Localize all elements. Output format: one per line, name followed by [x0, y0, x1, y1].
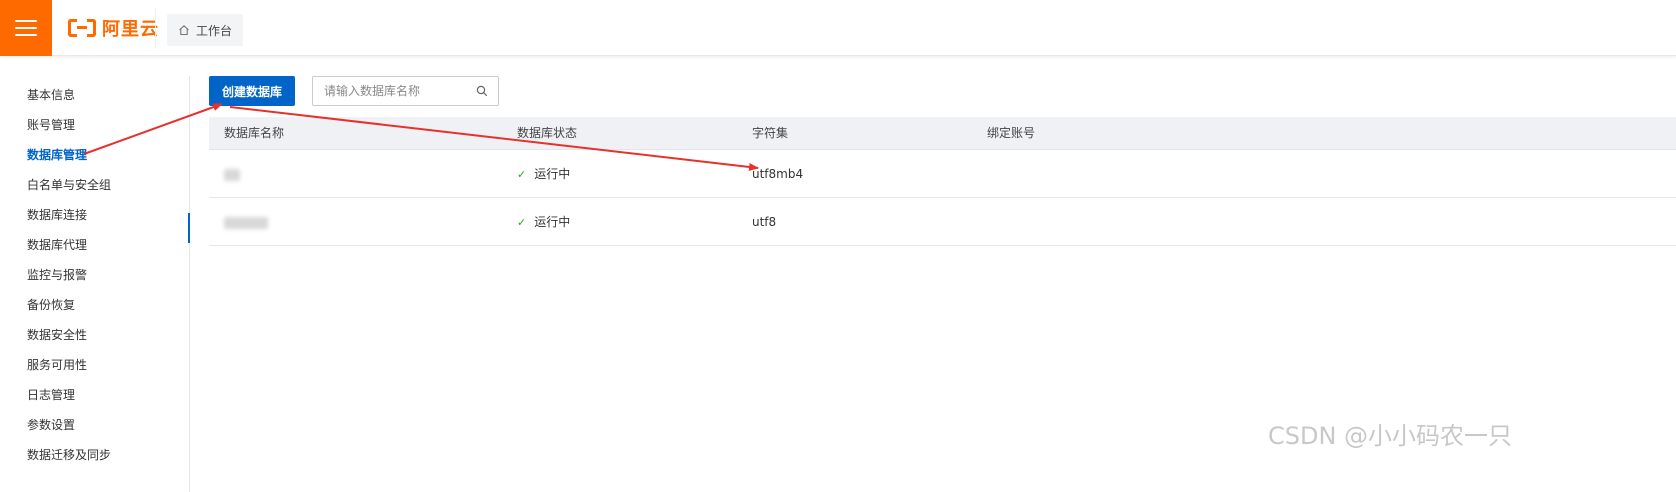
sidebar-item-data-migration-sync[interactable]: 数据迁移及同步: [27, 445, 111, 465]
sidebar-item-log-management[interactable]: 日志管理: [27, 385, 75, 405]
sidebar-item-parameter-settings[interactable]: 参数设置: [27, 415, 75, 435]
charset-cell: utf8mb4: [752, 167, 804, 181]
top-bar: 阿里云 工作台: [0, 0, 1676, 56]
sidebar-item-service-availability[interactable]: 服务可用性: [27, 355, 87, 375]
aliyun-logo-icon: [68, 19, 96, 37]
search-icon[interactable]: [476, 85, 488, 97]
create-database-button[interactable]: 创建数据库: [209, 76, 295, 106]
database-status-cell: ✓ 运行中: [517, 150, 570, 198]
logo-text: 阿里云: [102, 19, 159, 40]
logo[interactable]: 阿里云: [68, 17, 159, 40]
column-header-charset: 字符集: [752, 126, 789, 140]
redacted-name: [224, 216, 268, 229]
sidebar-item-account-management[interactable]: 账号管理: [27, 115, 75, 135]
search-box: [312, 76, 499, 106]
database-status-cell: ✓ 运行中: [517, 198, 570, 246]
database-search-input[interactable]: [313, 77, 473, 105]
check-icon: ✓: [517, 168, 527, 181]
column-header-status: 数据库状态: [517, 126, 578, 140]
menu-button[interactable]: [0, 0, 52, 56]
home-icon: [179, 25, 189, 36]
sidebar-item-monitoring-alerts[interactable]: 监控与报警: [27, 265, 87, 285]
table-row: ✓ 运行中 utf8: [209, 198, 1676, 246]
redacted-name: [224, 168, 240, 181]
table-header: 数据库名称 数据库状态 字符集 绑定账号: [209, 117, 1676, 150]
workbench-label: 工作台: [195, 23, 232, 38]
sidebar-item-data-security[interactable]: 数据安全性: [27, 325, 87, 345]
active-indicator: [188, 213, 190, 243]
hamburger-icon: [15, 20, 37, 36]
status-text: 运行中: [534, 215, 571, 229]
column-header-account: 绑定账号: [987, 126, 1036, 140]
database-table: 数据库名称 数据库状态 字符集 绑定账号 ✓ 运行中 utf8mb4 ✓ 运行中 u…: [209, 117, 1676, 246]
check-icon: ✓: [517, 216, 527, 229]
workbench-button[interactable]: 工作台: [167, 14, 243, 46]
sidebar-item-database-connection[interactable]: 数据库连接: [27, 205, 87, 225]
watermark: CSDN @小小码农一只: [1268, 422, 1513, 450]
column-header-name: 数据库名称: [224, 126, 285, 140]
charset-cell: utf8: [752, 215, 777, 229]
table-row: ✓ 运行中 utf8mb4: [209, 150, 1676, 198]
sidebar-item-backup-restore[interactable]: 备份恢复: [27, 295, 75, 315]
sidebar-item-database-management[interactable]: 数据库管理: [27, 145, 87, 165]
top-divider: [155, 8, 156, 48]
status-text: 运行中: [534, 167, 571, 181]
sidebar-item-basic-info[interactable]: 基本信息: [27, 85, 75, 105]
sidebar: 基本信息 账号管理 数据库管理 白名单与安全组 数据库连接 数据库代理 监控与报…: [0, 76, 190, 492]
database-name-cell[interactable]: [224, 150, 240, 198]
sidebar-item-database-proxy[interactable]: 数据库代理: [27, 235, 87, 255]
sidebar-item-whitelist-security-group[interactable]: 白名单与安全组: [27, 175, 111, 195]
database-name-cell[interactable]: [224, 198, 268, 246]
